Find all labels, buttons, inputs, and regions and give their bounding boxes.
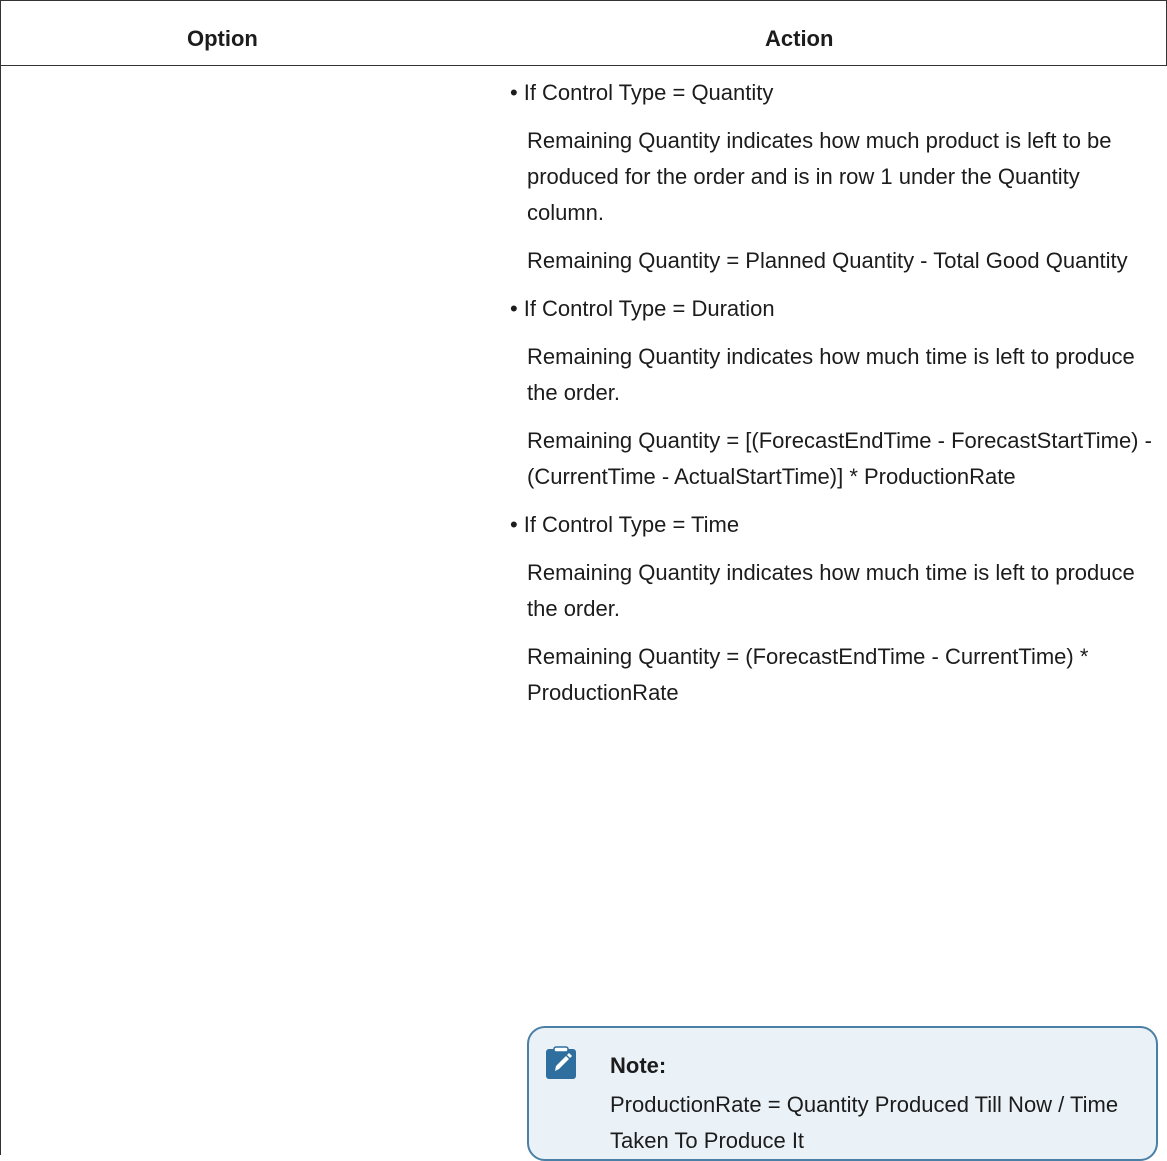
note-title: Note: [610,1053,667,1078]
control-type-quantity-item: If Control Type = Quantity [510,75,1165,111]
duration-description: Remaining Quantity indicates how much ti… [527,344,1135,405]
note-body: ProductionRate = Quantity Produced Till … [610,1092,1119,1153]
action-cell: If Control Type = Quantity Remaining Qua… [510,65,1165,723]
quantity-formula: Remaining Quantity = Planned Quantity - … [527,248,1128,273]
duration-formula: Remaining Quantity = [(ForecastEndTime -… [527,428,1152,489]
action-column-header: Action [765,26,834,51]
control-type-time-item: If Control Type = Time [510,507,1165,543]
table-header-row: Option Action [1,1,1167,66]
time-formula: Remaining Quantity = (ForecastEndTime - … [527,644,1089,705]
pencil-icon [546,1046,577,1079]
option-action-table: Option Action If Control Type = Quantity… [0,0,1167,1161]
control-type-duration-item: If Control Type = Duration [510,291,1165,327]
quantity-description: Remaining Quantity indicates how much pr… [527,128,1112,225]
option-column-header: Option [187,26,258,51]
note-callout: Note: ProductionRate = Quantity Produced… [527,1026,1158,1161]
time-description: Remaining Quantity indicates how much ti… [527,560,1135,621]
